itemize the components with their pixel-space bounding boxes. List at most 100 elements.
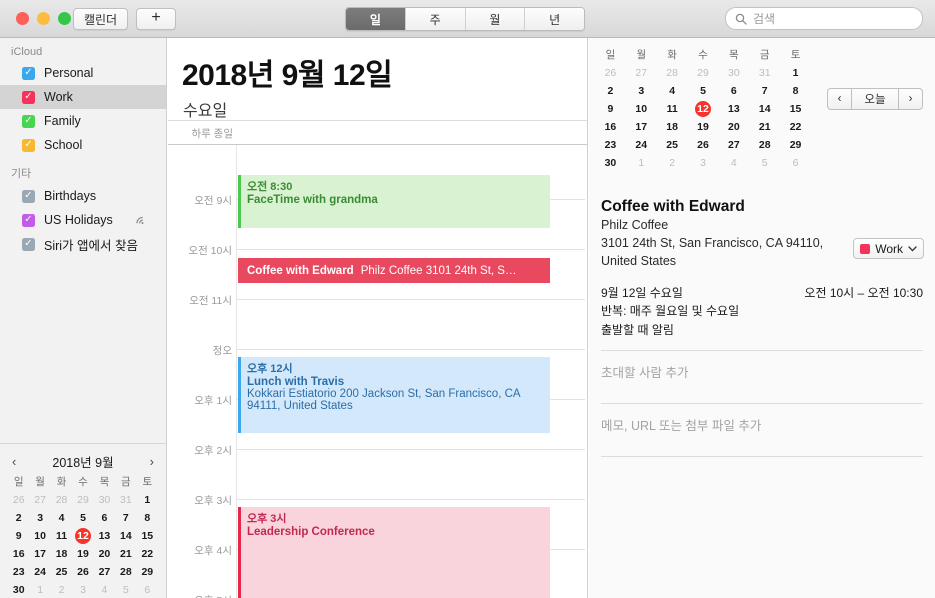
calendar-day[interactable]: 16	[595, 118, 626, 136]
today-button[interactable]: 오늘	[851, 88, 899, 110]
all-day-row[interactable]: 하루 종일	[168, 120, 587, 145]
tab-week[interactable]: 주	[405, 8, 466, 30]
calendar-day[interactable]: 3	[626, 82, 657, 100]
calendar-checkbox[interactable]	[22, 138, 35, 152]
calendar-day[interactable]: 25	[657, 136, 688, 154]
calendar-day[interactable]: 26	[72, 563, 93, 581]
calendar-day[interactable]: 27	[718, 136, 749, 154]
calendar-day[interactable]: 3	[29, 509, 50, 527]
calendar-day[interactable]: 20	[718, 118, 749, 136]
event-repeat[interactable]: 반복: 매주 월요일 및 수요일	[589, 301, 935, 320]
add-invitees-field[interactable]: 초대할 사람 추가	[589, 351, 935, 392]
calendar-event[interactable]: Coffee with Edward Philz Coffee 3101 24th…	[238, 258, 550, 283]
calendar-day[interactable]: 4	[718, 154, 749, 172]
calendar-day[interactable]: 2	[8, 509, 29, 527]
calendar-day[interactable]: 7	[749, 82, 780, 100]
date-nav-buttons[interactable]: ‹ 오늘 ›	[827, 88, 923, 110]
calendar-day[interactable]: 6	[137, 581, 158, 598]
calendar-checkbox[interactable]	[22, 114, 35, 128]
calendar-day[interactable]: 23	[8, 563, 29, 581]
calendar-day[interactable]: 8	[780, 82, 811, 100]
calendar-day[interactable]: 5	[115, 581, 136, 598]
calendar-day[interactable]: 1	[626, 154, 657, 172]
calendar-day[interactable]: 13	[94, 527, 115, 545]
calendar-day[interactable]: 1	[29, 581, 50, 598]
calendar-checkbox[interactable]	[22, 237, 35, 251]
calendar-event[interactable]: 오후 12시 Lunch with Travis Kokkari Estiatori…	[238, 357, 550, 433]
sidebar-item-work[interactable]: Work	[0, 85, 166, 109]
calendar-checkbox[interactable]	[22, 189, 35, 203]
day-grid[interactable]: 오전 9시 오전 10시 오전 11시 정오 오후 1시 오후 2시 오후 3시 오후 4시 오…	[168, 145, 587, 598]
calendar-day[interactable]: 9	[8, 527, 29, 545]
calendar-day[interactable]: 29	[780, 136, 811, 154]
calendar-day[interactable]: 31	[115, 491, 136, 509]
calendar-day[interactable]: 17	[626, 118, 657, 136]
sidebar-item-school[interactable]: School	[0, 133, 166, 157]
calendar-day[interactable]: 17	[29, 545, 50, 563]
close-button[interactable]	[16, 12, 29, 25]
calendar-day[interactable]: 29	[137, 563, 158, 581]
calendar-checkbox[interactable]	[22, 66, 35, 80]
calendar-checkbox[interactable]	[22, 213, 35, 227]
calendar-day[interactable]: 5	[749, 154, 780, 172]
calendar-day[interactable]: 1	[137, 491, 158, 509]
prev-day-button[interactable]: ‹	[827, 88, 851, 110]
calendars-button[interactable]: 캘린더	[73, 8, 128, 30]
zoom-button[interactable]	[58, 12, 71, 25]
calendar-day-today[interactable]: 12	[72, 527, 93, 545]
inspector-mini-calendar-grid[interactable]: 일 월 화 수 목 금 토 26 27 28 29 30 31 1 2 3 4 5 6 7 8 9 10 11 12 13 14 15…	[595, 46, 811, 172]
calendar-day[interactable]: 2	[657, 154, 688, 172]
calendar-day[interactable]: 5	[72, 509, 93, 527]
calendar-day[interactable]: 2	[51, 581, 72, 598]
calendar-day[interactable]: 29	[688, 64, 719, 82]
calendar-day[interactable]: 26	[8, 491, 29, 509]
sidebar-item-us-holidays[interactable]: US Holidays	[0, 208, 166, 232]
event-when-row[interactable]: 9월 12일 수요일 오전 10시 – 오전 10:30	[589, 270, 935, 301]
calendar-day[interactable]: 25	[51, 563, 72, 581]
calendar-day[interactable]: 18	[657, 118, 688, 136]
calendar-day[interactable]: 10	[626, 100, 657, 118]
event-alert[interactable]: 출발할 때 알림	[589, 320, 935, 339]
calendar-day[interactable]: 27	[94, 563, 115, 581]
calendar-day[interactable]: 31	[749, 64, 780, 82]
calendar-day[interactable]: 30	[8, 581, 29, 598]
calendar-day[interactable]: 4	[94, 581, 115, 598]
calendar-day[interactable]: 14	[115, 527, 136, 545]
calendar-day[interactable]: 27	[29, 491, 50, 509]
sidebar-item-siri가-앱에서-찾음[interactable]: Siri가 앱에서 찾음	[0, 232, 166, 256]
calendar-day[interactable]: 16	[8, 545, 29, 563]
tab-month[interactable]: 월	[465, 8, 526, 30]
calendar-day[interactable]: 9	[595, 100, 626, 118]
next-day-button[interactable]: ›	[899, 88, 923, 110]
tab-year[interactable]: 년	[525, 8, 584, 30]
calendar-day[interactable]: 6	[780, 154, 811, 172]
calendar-checkbox[interactable]	[22, 90, 35, 104]
calendar-day[interactable]: 28	[749, 136, 780, 154]
calendar-day[interactable]: 24	[29, 563, 50, 581]
calendar-day[interactable]: 28	[51, 491, 72, 509]
search-input[interactable]: 검색	[725, 7, 923, 30]
calendar-day[interactable]: 5	[688, 82, 719, 100]
calendar-day[interactable]: 3	[688, 154, 719, 172]
sidebar-item-family[interactable]: Family	[0, 109, 166, 133]
calendar-day[interactable]: 28	[657, 64, 688, 82]
calendar-day[interactable]: 26	[688, 136, 719, 154]
minimize-button[interactable]	[37, 12, 50, 25]
calendar-day[interactable]: 8	[137, 509, 158, 527]
calendar-day[interactable]: 26	[595, 64, 626, 82]
calendar-event[interactable]: 오후 3시 Leadership Conference	[238, 507, 550, 598]
calendar-day[interactable]: 14	[749, 100, 780, 118]
calendar-day[interactable]: 21	[749, 118, 780, 136]
sidebar-item-personal[interactable]: Personal	[0, 61, 166, 85]
calendar-event[interactable]: 오전 8:30 FaceTime with grandma	[238, 175, 550, 228]
calendar-day[interactable]: 11	[657, 100, 688, 118]
calendar-day[interactable]: 22	[137, 545, 158, 563]
add-event-button[interactable]: +	[136, 8, 176, 30]
calendar-day[interactable]: 18	[51, 545, 72, 563]
calendar-day[interactable]: 30	[595, 154, 626, 172]
calendar-day[interactable]: 22	[780, 118, 811, 136]
calendar-day[interactable]: 15	[137, 527, 158, 545]
calendar-day[interactable]: 20	[94, 545, 115, 563]
calendar-day[interactable]: 4	[51, 509, 72, 527]
tab-day[interactable]: 일	[346, 8, 406, 30]
